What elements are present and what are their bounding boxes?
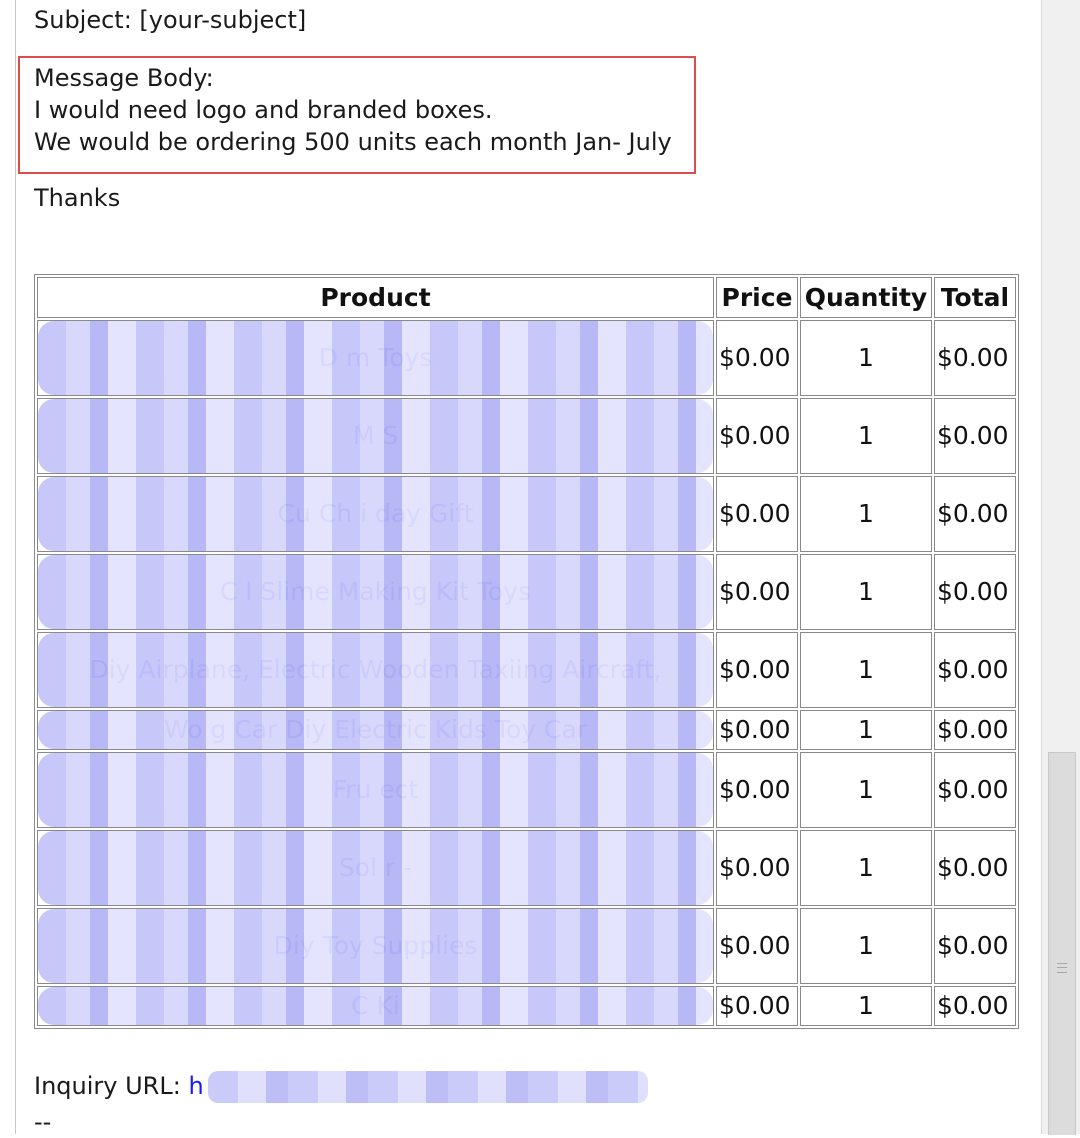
quantity-cell: 1: [800, 320, 932, 396]
product-link[interactable]: Wo g Car Diy Electric Kids Toy Car: [40, 716, 711, 744]
table-row: Cu Ch i day Gift $0.00 1 $0.00: [37, 476, 1016, 552]
product-name-cell: Sol r -: [37, 830, 715, 906]
inquiry-url-link[interactable]: h: [188, 1072, 203, 1100]
total-cell: $0.00: [933, 752, 1016, 828]
price-cell: $0.00: [716, 752, 798, 828]
quantity-cell: 1: [800, 710, 932, 750]
product-link[interactable]: M S: [40, 422, 711, 450]
price-cell: $0.00: [716, 830, 798, 906]
product-name-cell: Fru ect: [37, 752, 715, 828]
table-row: Fru ect $0.00 1 $0.00: [37, 752, 1016, 828]
product-name-cell: Cu Ch i day Gift: [37, 476, 715, 552]
email-preview-frame: Subject: [your-subject] Message Body: I …: [0, 0, 1080, 1136]
total-cell: $0.00: [933, 476, 1016, 552]
product-link[interactable]: Fru ect: [40, 776, 711, 804]
price-cell: $0.00: [716, 710, 798, 750]
total-cell: $0.00: [933, 398, 1016, 474]
grip-icon: [1057, 963, 1067, 973]
product-link[interactable]: Diy Toy Supplies: [40, 932, 711, 960]
price-cell: $0.00: [716, 908, 798, 984]
table-row: D m Toys $0.00 1 $0.00: [37, 320, 1016, 396]
table-row: Diy Toy Supplies $0.00 1 $0.00: [37, 908, 1016, 984]
total-cell: $0.00: [933, 830, 1016, 906]
scrollbar-thumb[interactable]: [1048, 752, 1076, 1135]
total-cell: $0.00: [933, 632, 1016, 708]
price-cell: $0.00: [716, 554, 798, 630]
product-table: Product Price Quantity Total D m Toys $0…: [34, 274, 1019, 1029]
message-body-highlight: Message Body: I would need logo and bran…: [18, 56, 696, 174]
table-row: Diy Airplane, Electric Wooden Taxiing Ai…: [37, 632, 1016, 708]
total-cell: $0.00: [933, 986, 1016, 1026]
product-name-cell: D m Toys: [37, 320, 715, 396]
product-name-cell: Diy Toy Supplies: [37, 908, 715, 984]
table-row: C Ki $0.00 1 $0.00: [37, 986, 1016, 1026]
product-name-cell: Wo g Car Diy Electric Kids Toy Car: [37, 710, 715, 750]
email-subject: Subject: [your-subject]: [34, 6, 307, 34]
redaction-mask: [207, 1071, 648, 1103]
inquiry-url-label: Inquiry URL:: [34, 1072, 181, 1100]
header-total: Total: [933, 277, 1016, 318]
price-cell: $0.00: [716, 398, 798, 474]
inquiry-url-line: Inquiry URL: h: [34, 1070, 648, 1103]
quantity-cell: 1: [800, 830, 932, 906]
quantity-cell: 1: [800, 752, 932, 828]
header-price: Price: [716, 277, 798, 318]
header-quantity: Quantity: [800, 277, 932, 318]
product-name-cell: C l Slime Making Kit Toys: [37, 554, 715, 630]
quantity-cell: 1: [800, 986, 932, 1026]
product-link[interactable]: Cu Ch i day Gift: [40, 500, 711, 528]
pane-left-border: [15, 0, 16, 1134]
table-row: Sol r - $0.00 1 $0.00: [37, 830, 1016, 906]
price-cell: $0.00: [716, 476, 798, 552]
product-link[interactable]: D m Toys: [40, 344, 711, 372]
total-cell: $0.00: [933, 710, 1016, 750]
message-line-2: We would be ordering 500 units each mont…: [34, 128, 672, 156]
product-link[interactable]: Sol r -: [40, 854, 711, 882]
table-header-row: Product Price Quantity Total: [37, 277, 1016, 318]
total-cell: $0.00: [933, 908, 1016, 984]
vertical-scrollbar[interactable]: [1041, 0, 1080, 1135]
quantity-cell: 1: [800, 476, 932, 552]
price-cell: $0.00: [716, 320, 798, 396]
total-cell: $0.00: [933, 554, 1016, 630]
price-cell: $0.00: [716, 986, 798, 1026]
quantity-cell: 1: [800, 398, 932, 474]
quantity-cell: 1: [800, 554, 932, 630]
table-row: Wo g Car Diy Electric Kids Toy Car $0.00…: [37, 710, 1016, 750]
total-cell: $0.00: [933, 320, 1016, 396]
quantity-cell: 1: [800, 908, 932, 984]
table-row: C l Slime Making Kit Toys $0.00 1 $0.00: [37, 554, 1016, 630]
product-name-cell: C Ki: [37, 986, 715, 1026]
message-line-1: I would need logo and branded boxes.: [34, 96, 493, 124]
message-body-label: Message Body:: [34, 64, 214, 92]
product-name-cell: Diy Airplane, Electric Wooden Taxiing Ai…: [37, 632, 715, 708]
table-row: M S $0.00 1 $0.00: [37, 398, 1016, 474]
product-link[interactable]: C l Slime Making Kit Toys: [40, 578, 711, 606]
quantity-cell: 1: [800, 632, 932, 708]
price-cell: $0.00: [716, 632, 798, 708]
header-product: Product: [37, 277, 715, 318]
signature-separator: --: [34, 1108, 52, 1136]
product-link[interactable]: C Ki: [40, 992, 711, 1020]
product-name-cell: M S: [37, 398, 715, 474]
product-link[interactable]: Diy Airplane, Electric Wooden Taxiing Ai…: [40, 656, 711, 684]
email-closing: Thanks: [34, 184, 121, 212]
